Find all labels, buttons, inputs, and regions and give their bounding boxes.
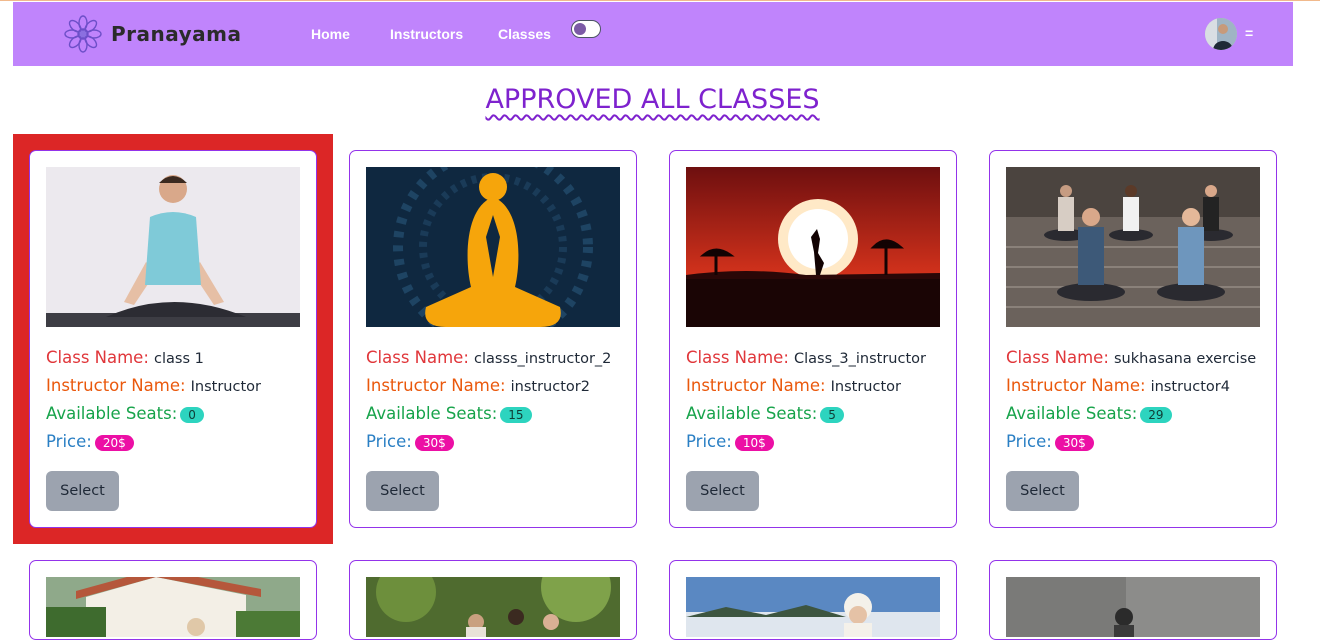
seats-badge: 15: [500, 406, 532, 423]
class-image-2: [366, 167, 620, 327]
outdoor-group-icon: [366, 577, 620, 637]
nav-link-classes[interactable]: Classes: [498, 26, 551, 42]
class-image-6: [366, 577, 620, 637]
price-row: Price: 10$: [686, 432, 774, 451]
avatar-photo-icon: [1205, 18, 1237, 50]
brand-name: Pranayama: [111, 22, 242, 46]
select-button-1[interactable]: Select: [46, 471, 119, 511]
instructor-name-row: Instructor Name: Instructor: [46, 376, 261, 395]
winter-outdoor-icon: [686, 577, 940, 637]
available-seats-row: Available Seats: 29: [1006, 404, 1172, 423]
page-title: APPROVED ALL CLASSES: [485, 84, 820, 115]
class-name-row: Class Name: classs_instructor_2: [366, 348, 612, 367]
seats-badge: 29: [1140, 406, 1172, 423]
instructor-name-row: Instructor Name: instructor4: [1006, 376, 1230, 395]
seats-badge: 0: [180, 406, 204, 423]
price-badge: 30$: [1054, 434, 1094, 451]
price-badge: 20$: [94, 434, 134, 451]
price-badge: 10$: [734, 434, 774, 451]
price-row: Price: 20$: [46, 432, 134, 451]
mandala-logo-icon: [64, 15, 102, 53]
class-card-4: Class Name: sukhasana exercise Instructo…: [989, 150, 1277, 528]
seats-badge: 5: [820, 406, 844, 423]
nav-link-home[interactable]: Home: [311, 26, 350, 42]
class-card-1: Class Name: class 1 Instructor Name: Ins…: [29, 150, 317, 528]
class-name-row: Class Name: Class_3_instructor: [686, 348, 926, 367]
select-button-4[interactable]: Select: [1006, 471, 1079, 511]
select-button-2[interactable]: Select: [366, 471, 439, 511]
class-name-row: Class Name: sukhasana exercise: [1006, 348, 1257, 367]
theme-toggle[interactable]: [571, 20, 601, 38]
available-seats-row: Available Seats: 0: [46, 404, 204, 423]
menu-icon[interactable]: =: [1245, 25, 1253, 41]
studio-yoga-icon: [1006, 577, 1260, 637]
class-card-5: [29, 560, 317, 640]
sunset-yoga-icon: [686, 167, 940, 327]
class-image-5: [46, 577, 300, 637]
class-card-8: [989, 560, 1277, 640]
brand[interactable]: Pranayama: [63, 14, 242, 54]
class-card-6: [349, 560, 637, 640]
class-image-1: [46, 167, 300, 327]
nav-link-instructors[interactable]: Instructors: [390, 26, 463, 42]
available-seats-row: Available Seats: 5: [686, 404, 844, 423]
class-image-4: [1006, 167, 1260, 327]
class-name-row: Class Name: class 1: [46, 348, 204, 367]
toggle-knob: [574, 23, 586, 35]
price-badge: 30$: [414, 434, 454, 451]
price-row: Price: 30$: [366, 432, 454, 451]
class-card-7: [669, 560, 957, 640]
garden-house-icon: [46, 577, 300, 637]
meditation-silhouette-icon: [366, 167, 620, 327]
class-card-3: Class Name: Class_3_instructor Instructo…: [669, 150, 957, 528]
select-button-3[interactable]: Select: [686, 471, 759, 511]
class-card-2: Class Name: classs_instructor_2 Instruct…: [349, 150, 637, 528]
instructor-name-row: Instructor Name: Instructor: [686, 376, 901, 395]
man-meditating-icon: [46, 167, 300, 327]
class-image-3: [686, 167, 940, 327]
price-row: Price: 30$: [1006, 432, 1094, 451]
top-accent-line: [0, 0, 1320, 1]
instructor-name-row: Instructor Name: instructor2: [366, 376, 590, 395]
navbar: Pranayama Home Instructors Classes =: [13, 2, 1293, 66]
class-image-8: [1006, 577, 1260, 637]
group-meditation-icon: [1006, 167, 1260, 327]
user-avatar[interactable]: [1205, 18, 1237, 50]
available-seats-row: Available Seats: 15: [366, 404, 532, 423]
class-image-7: [686, 577, 940, 637]
